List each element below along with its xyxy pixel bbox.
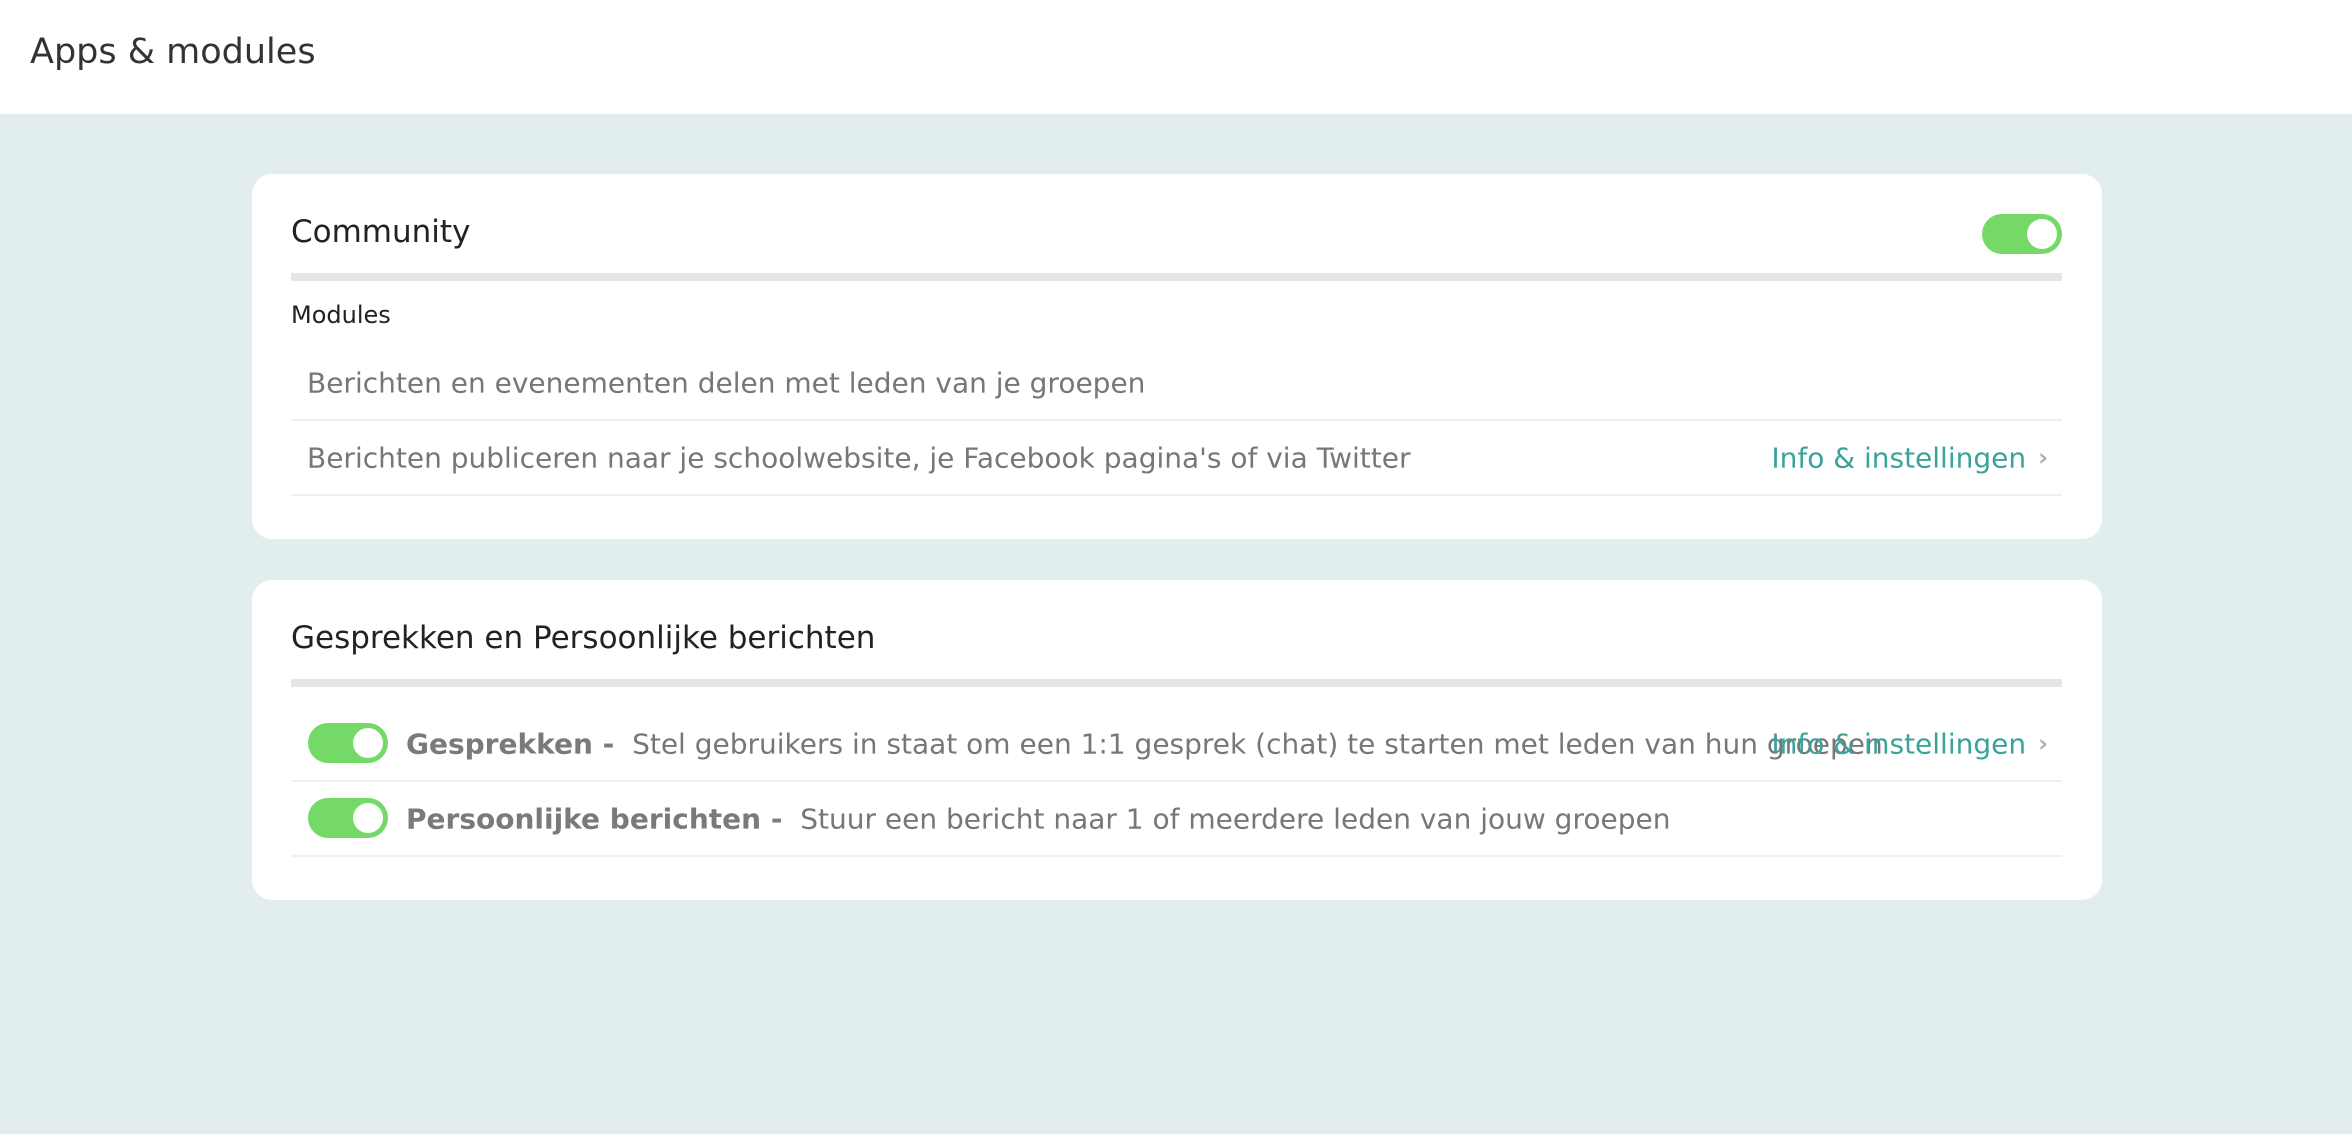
module-row-publish: Berichten publiceren naar je schoolwebsi… [291,421,2062,496]
module-row-text: Gesprekken - Stel gebruikers in staat om… [406,727,1883,760]
info-settings-link[interactable]: Info & instellingen › [1771,727,2048,760]
module-row-share: Berichten en evenementen delen met leden… [291,346,2062,421]
gesprekken-toggle[interactable] [308,723,388,763]
module-name: Persoonlijke berichten - [406,802,783,835]
conversations-title: Gesprekken en Persoonlijke berichten [291,620,876,656]
divider [291,273,2062,281]
module-row-gesprekken: Gesprekken - Stel gebruikers in staat om… [291,707,2062,782]
info-settings-label: Info & instellingen [1771,727,2027,760]
divider [291,679,2062,687]
chevron-right-icon: › [2038,443,2048,472]
module-row-text: Persoonlijke berichten - Stuur een beric… [406,802,1670,835]
module-description: Stel gebruikers in staat om een 1:1 gesp… [632,727,1883,760]
info-settings-link[interactable]: Info & instellingen › [1771,441,2048,474]
chevron-right-icon: › [2038,729,2048,758]
community-card: Community Modules Berichten en evenement… [252,174,2102,539]
module-row-text: Berichten publiceren naar je schoolwebsi… [307,441,1411,474]
persoonlijke-berichten-toggle[interactable] [308,798,388,838]
module-name: Gesprekken - [406,727,615,760]
module-row-persoonlijke-berichten: Persoonlijke berichten - Stuur een beric… [291,782,2062,857]
community-toggle[interactable] [1982,214,2062,254]
toggle-knob [353,803,383,833]
info-settings-label: Info & instellingen [1771,441,2027,474]
modules-label: Modules [291,301,391,329]
community-title: Community [291,214,471,250]
top-bar: Apps & modules [0,0,2352,114]
toggle-knob [2027,219,2057,249]
toggle-knob [353,728,383,758]
module-row-text: Berichten en evenementen delen met leden… [307,366,1146,399]
module-description: Stuur een bericht naar 1 of meerdere led… [800,802,1671,835]
page-title: Apps & modules [30,32,316,72]
conversations-card: Gesprekken en Persoonlijke berichten Ges… [252,580,2102,900]
